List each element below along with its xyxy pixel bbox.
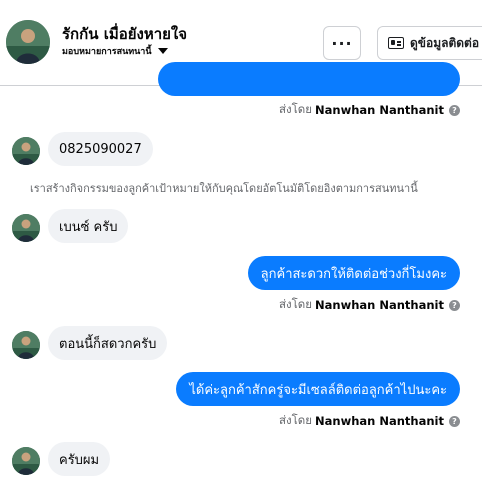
- more-options-button[interactable]: ···: [323, 26, 361, 60]
- message-text: ลูกค้าสะดวกให้ติดต่อช่วงกี่โมงคะ: [260, 266, 447, 282]
- system-note: เราสร้างกิจกรรมของลูกค้าเป้าหมายให้กับคุ…: [30, 182, 418, 195]
- sent-by-name: Nanwhan Nanthanit: [315, 414, 444, 428]
- help-icon[interactable]: ?: [449, 415, 460, 427]
- contact-avatar-small: [12, 137, 40, 165]
- id-card-icon: [388, 37, 404, 49]
- contact-avatar[interactable]: [6, 20, 50, 64]
- message-text: ได้ค่ะลูกค้าสักครู่จะมีเซลล์ติดต่อลูกค้า…: [189, 382, 447, 398]
- help-icon[interactable]: ?: [449, 104, 460, 116]
- incoming-message[interactable]: ตอนนี้ก็สดวกครับ: [48, 326, 168, 360]
- message-text: ตอนนี้ก็สดวกครับ: [59, 336, 157, 352]
- assign-conversation-label: มอบหมายการสนทนานี้: [62, 47, 152, 57]
- contact-name[interactable]: รักกัน เมื่อยังหายใจ: [62, 22, 187, 46]
- message-text: ครับผม: [59, 452, 100, 468]
- sent-by-prefix: ส่งโดย: [278, 102, 313, 116]
- sent-by-line: ส่งโดย Nanwhan Nanthanit ?: [279, 412, 460, 430]
- sent-by-name: Nanwhan Nanthanit: [315, 298, 444, 312]
- contact-avatar-small: [12, 214, 40, 242]
- incoming-message[interactable]: ครับผม: [48, 442, 111, 476]
- caret-down-icon: [157, 48, 168, 54]
- assign-conversation-dropdown[interactable]: มอบหมายการสนทนานี้: [62, 44, 168, 58]
- outgoing-message[interactable]: [158, 62, 460, 96]
- incoming-message[interactable]: 0825090027: [48, 132, 153, 166]
- sent-by-line: ส่งโดย Nanwhan Nanthanit ?: [279, 101, 460, 119]
- view-contact-info-label: ดูข้อมูลติดต่อ: [410, 35, 480, 50]
- sent-by-prefix: ส่งโดย: [278, 413, 313, 427]
- sent-by-prefix: ส่งโดย: [278, 297, 313, 311]
- sent-by-name: Nanwhan Nanthanit: [315, 103, 444, 117]
- outgoing-message[interactable]: ลูกค้าสะดวกให้ติดต่อช่วงกี่โมงคะ: [247, 256, 460, 290]
- message-text: 0825090027: [59, 141, 142, 157]
- outgoing-message[interactable]: ได้ค่ะลูกค้าสักครู่จะมีเซลล์ติดต่อลูกค้า…: [176, 372, 460, 406]
- contact-avatar-small: [12, 331, 40, 359]
- contact-avatar-small: [12, 447, 40, 475]
- help-icon[interactable]: ?: [449, 299, 460, 311]
- message-text: เบนซ์ ครับ: [59, 219, 118, 235]
- incoming-message[interactable]: เบนซ์ ครับ: [48, 209, 129, 243]
- sent-by-line: ส่งโดย Nanwhan Nanthanit ?: [279, 296, 460, 314]
- more-options-icon: ···: [331, 33, 353, 53]
- view-contact-info-button[interactable]: ดูข้อมูลติดต่อ: [377, 26, 482, 60]
